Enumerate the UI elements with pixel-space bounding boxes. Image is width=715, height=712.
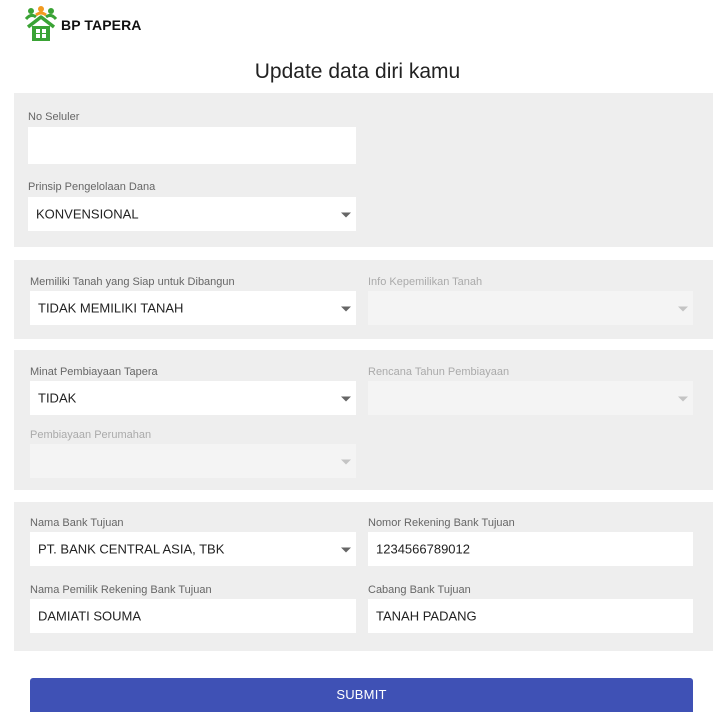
- housing-financing-label: Pembiayaan Perumahan: [30, 429, 152, 441]
- account-owner-input[interactable]: DAMIATI SOUMA: [30, 599, 356, 633]
- bank-branch-input[interactable]: TANAH PADANG: [368, 599, 693, 633]
- financing-interest-label: Minat Pembiayaan Tapera: [30, 366, 158, 378]
- land-info-select[interactable]: [368, 291, 693, 325]
- account-owner-value: DAMIATI SOUMA: [38, 608, 142, 624]
- bank-name-label: Nama Bank Tujuan: [30, 517, 124, 529]
- account-owner-label: Nama Pemilik Rekening Bank Tujuan: [30, 584, 212, 596]
- land-ready-select[interactable]: TIDAK MEMILIKI TANAH: [30, 291, 356, 325]
- financing-interest-value: TIDAK: [38, 390, 77, 406]
- chevron-down-icon: [341, 212, 351, 218]
- bank-name-select[interactable]: PT. BANK CENTRAL ASIA, TBK: [30, 532, 356, 566]
- chevron-down-icon: [341, 396, 351, 402]
- house-people-icon: [24, 6, 58, 41]
- brand-name: BP TAPERA: [61, 17, 142, 33]
- phone-input[interactable]: [28, 127, 356, 164]
- chevron-down-icon: [341, 459, 351, 465]
- fund-principle-value: KONVENSIONAL: [36, 206, 139, 222]
- financing-panel: Minat Pembiayaan Tapera TIDAK Rencana Ta…: [14, 350, 713, 490]
- housing-financing-select[interactable]: [30, 444, 356, 478]
- financing-year-select[interactable]: [368, 381, 693, 415]
- financing-year-label: Rencana Tahun Pembiayaan: [368, 366, 510, 378]
- chevron-down-icon: [341, 306, 351, 312]
- bank-account-panel: Nama Bank Tujuan PT. BANK CENTRAL ASIA, …: [14, 502, 713, 651]
- land-info-label: Info Kepemilikan Tanah: [368, 276, 483, 288]
- app-header: BP TAPERA: [0, 0, 715, 48]
- chevron-down-icon: [678, 396, 688, 402]
- account-number-label: Nomor Rekening Bank Tujuan: [368, 517, 515, 529]
- bank-branch-value: TANAH PADANG: [376, 608, 477, 624]
- contact-fund-panel: No Seluler Prinsip Pengelolaan Dana KONV…: [14, 93, 713, 247]
- account-number-input[interactable]: 1234566789012: [368, 532, 693, 566]
- land-ready-label: Memiliki Tanah yang Siap untuk Dibangun: [30, 276, 235, 288]
- land-ready-value: TIDAK MEMILIKI TANAH: [38, 300, 184, 316]
- chevron-down-icon: [341, 547, 351, 553]
- submit-button[interactable]: SUBMIT: [30, 678, 693, 712]
- account-number-value: 1234566789012: [376, 541, 470, 557]
- page-title: Update data diri kamu: [254, 60, 461, 83]
- chevron-down-icon: [678, 306, 688, 312]
- fund-principle-label: Prinsip Pengelolaan Dana: [28, 181, 156, 193]
- land-ownership-panel: Memiliki Tanah yang Siap untuk Dibangun …: [14, 260, 713, 339]
- bank-name-value: PT. BANK CENTRAL ASIA, TBK: [38, 541, 225, 557]
- financing-interest-select[interactable]: TIDAK: [30, 381, 356, 415]
- fund-principle-select[interactable]: KONVENSIONAL: [28, 197, 356, 231]
- bank-branch-label: Cabang Bank Tujuan: [368, 584, 471, 596]
- phone-label: No Seluler: [28, 111, 80, 123]
